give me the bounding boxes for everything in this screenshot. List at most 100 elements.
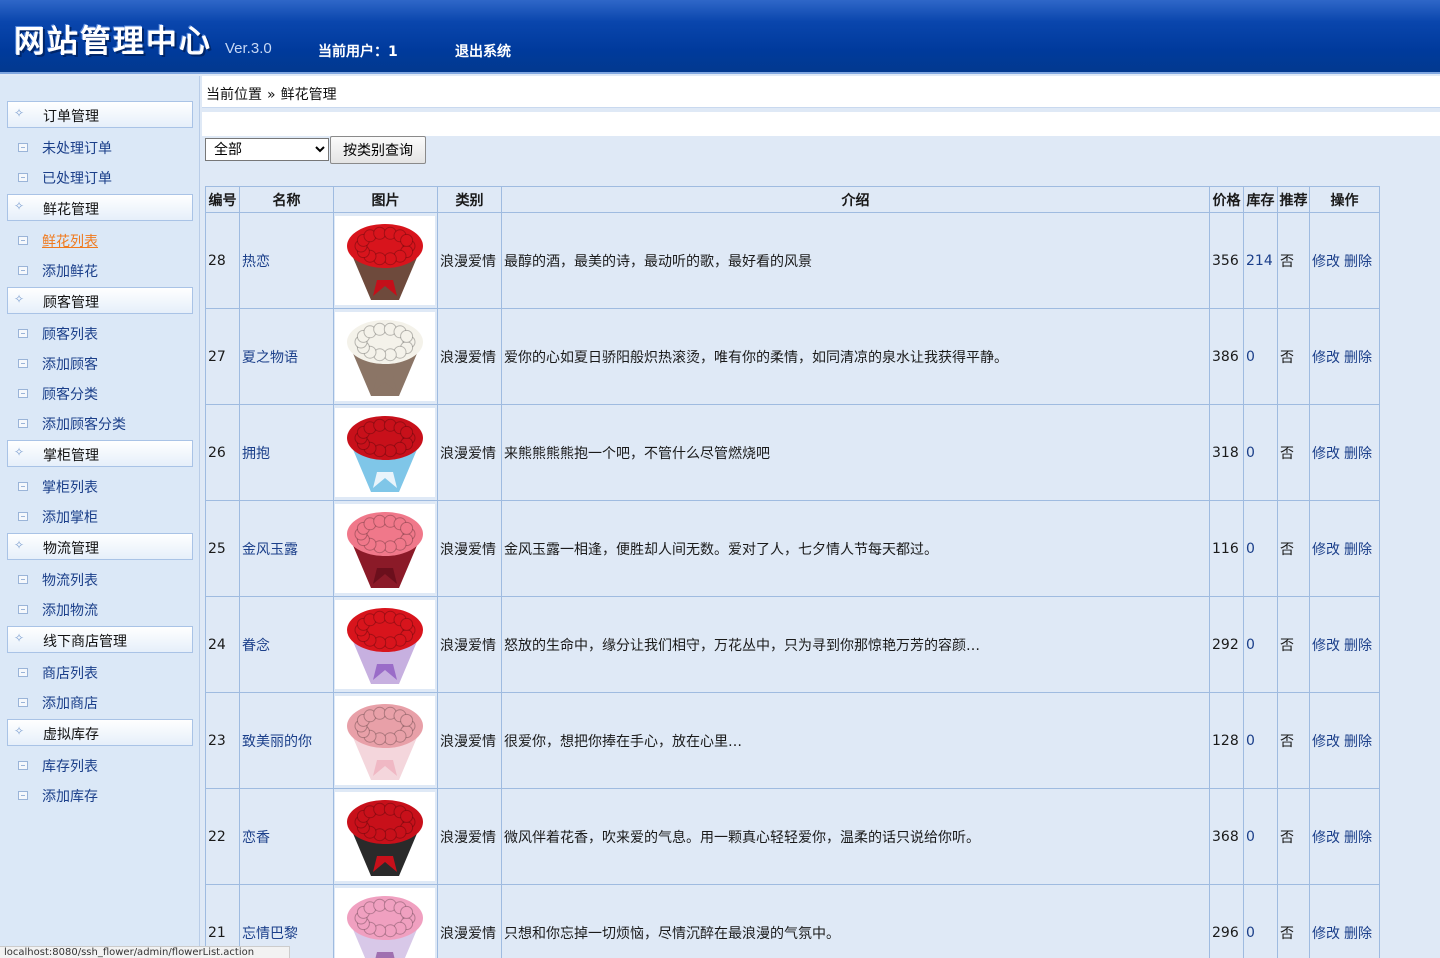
sidebar-group-label: 虚拟库存 (43, 727, 99, 743)
table-row: 22 恋香 浪漫爱情 微风伴着花香，吹来爱的气息。用一颗真心轻轻爱你，温柔的话只说给你… (205, 788, 1380, 885)
edit-link[interactable]: 修改 (1312, 926, 1340, 942)
bouquet-image (347, 416, 423, 492)
column-header-5: 价格 (1209, 186, 1244, 213)
menu-bullet-icon (18, 761, 28, 770)
sidebar-group-3[interactable]: ✧ 掌柜管理 (7, 440, 193, 467)
delete-link[interactable]: 删除 (1344, 350, 1372, 366)
cell-recommend: 否 (1277, 500, 1310, 597)
cell-price: 386 (1209, 308, 1244, 405)
delete-link[interactable]: 删除 (1344, 926, 1372, 942)
edit-link[interactable]: 修改 (1312, 830, 1340, 846)
category-select[interactable]: 全部 (205, 138, 329, 161)
menu-bullet-icon (18, 575, 28, 584)
cell-price: 296 (1209, 884, 1244, 958)
sidebar-group-6[interactable]: ✧ 虚拟库存 (7, 719, 193, 746)
sidebar-item-label: 物流列表 (42, 573, 98, 589)
cell-name: 恋香 (239, 788, 334, 885)
delete-link[interactable]: 删除 (1344, 446, 1372, 462)
expand-icon: ✧ (14, 631, 25, 645)
cell-description: 最醇的酒，最美的诗，最动听的歌，最好看的风景 (501, 212, 1210, 309)
cell-recommend: 否 (1277, 884, 1310, 958)
sidebar-item-label: 添加顾客 (42, 357, 98, 373)
cell-stock: 214 (1243, 212, 1278, 309)
sidebar-group-4[interactable]: ✧ 物流管理 (7, 533, 193, 560)
bouquet-image (347, 608, 423, 684)
edit-link[interactable]: 修改 (1312, 446, 1340, 462)
sidebar-group-label: 物流管理 (43, 541, 99, 557)
column-header-8: 操作 (1309, 186, 1380, 213)
thumbnail-frame (335, 216, 435, 305)
bouquet-image (347, 800, 423, 876)
logout-link[interactable]: 退出系统 (455, 41, 511, 61)
cell-price: 368 (1209, 788, 1244, 885)
delete-link[interactable]: 删除 (1344, 542, 1372, 558)
delete-link[interactable]: 删除 (1344, 638, 1372, 654)
table-row: 23 致美丽的你 浪漫爱情 很爱你，想把你捧在手心，放在心里… 128 0 否修改 删除 (205, 692, 1380, 789)
sidebar-group-label: 订单管理 (43, 109, 99, 125)
cell-category: 浪漫爱情 (437, 788, 502, 885)
cell-stock: 0 (1243, 596, 1278, 693)
delete-link[interactable]: 删除 (1344, 254, 1372, 270)
cell-picture (333, 884, 438, 958)
sidebar-group-label: 鲜花管理 (43, 202, 99, 218)
cell-description: 微风伴着花香，吹来爱的气息。用一颗真心轻轻爱你，温柔的话只说给你听。 (501, 788, 1210, 885)
cell-recommend: 否 (1277, 596, 1310, 693)
thumbnail-frame (335, 408, 435, 497)
sidebar-group-5[interactable]: ✧ 线下商店管理 (7, 626, 193, 653)
menu-bullet-icon (18, 419, 28, 428)
cell-stock: 0 (1243, 308, 1278, 405)
column-header-1: 名称 (239, 186, 334, 213)
edit-link[interactable]: 修改 (1312, 542, 1340, 558)
sidebar-item-label: 添加商店 (42, 696, 98, 712)
cell-price: 292 (1209, 596, 1244, 693)
cell-recommend: 否 (1277, 212, 1310, 309)
expand-icon: ✧ (14, 292, 25, 306)
cell-picture (333, 308, 438, 405)
cell-name: 拥抱 (239, 404, 334, 501)
cell-description: 很爱你，想把你捧在手心，放在心里… (501, 692, 1210, 789)
cell-actions: 修改 删除 (1309, 308, 1380, 405)
cell-category: 浪漫爱情 (437, 404, 502, 501)
table-row: 25 金风玉露 浪漫爱情 金风玉露一相逢，便胜却人间无数。爱对了人，七夕情人节每天都过… (205, 500, 1380, 597)
status-bar-url: localhost:8080/ssh_flower/admin/flowerLi… (0, 946, 290, 958)
cell-category: 浪漫爱情 (437, 692, 502, 789)
delete-link[interactable]: 删除 (1344, 830, 1372, 846)
sidebar-item-label: 顾客列表 (42, 327, 98, 343)
expand-icon: ✧ (14, 538, 25, 552)
cell-id: 23 (205, 692, 240, 789)
sidebar-group-1[interactable]: ✧ 鲜花管理 (7, 194, 193, 221)
edit-link[interactable]: 修改 (1312, 638, 1340, 654)
cell-recommend: 否 (1277, 788, 1310, 885)
cell-recommend: 否 (1277, 692, 1310, 789)
breadcrumb-prefix: 当前位置 (206, 87, 262, 103)
column-header-3: 类别 (437, 186, 502, 213)
sidebar-group-0[interactable]: ✧ 订单管理 (7, 101, 193, 128)
cell-picture (333, 788, 438, 885)
breadcrumb: 当前位置 » 鲜花管理 (206, 84, 337, 104)
query-by-category-button[interactable]: 按类别查询 (330, 136, 426, 164)
cell-description: 爱你的心如夏日骄阳般炽热滚烫，唯有你的柔情，如同清凉的泉水让我获得平静。 (501, 308, 1210, 405)
sidebar-item-label: 未处理订单 (42, 141, 112, 157)
sidebar-group-label: 掌柜管理 (43, 448, 99, 464)
edit-link[interactable]: 修改 (1312, 254, 1340, 270)
cell-stock: 0 (1243, 500, 1278, 597)
cell-id: 28 (205, 212, 240, 309)
bouquet-image (347, 224, 423, 300)
table-header-row: 编号 名称 图片 类别 介绍 价格 库存 推荐 操作 (205, 186, 1380, 213)
cell-category: 浪漫爱情 (437, 212, 502, 309)
cell-actions: 修改 删除 (1309, 596, 1380, 693)
cell-name: 夏之物语 (239, 308, 334, 405)
cell-picture (333, 596, 438, 693)
cell-actions: 修改 删除 (1309, 212, 1380, 309)
cell-price: 318 (1209, 404, 1244, 501)
breadcrumb-separator: » (267, 87, 276, 103)
cell-picture (333, 500, 438, 597)
cell-stock: 0 (1243, 404, 1278, 501)
cell-category: 浪漫爱情 (437, 308, 502, 405)
sidebar-group-2[interactable]: ✧ 顾客管理 (7, 287, 193, 314)
edit-link[interactable]: 修改 (1312, 734, 1340, 750)
edit-link[interactable]: 修改 (1312, 350, 1340, 366)
menu-bullet-icon (18, 143, 28, 152)
delete-link[interactable]: 删除 (1344, 734, 1372, 750)
cell-price: 116 (1209, 500, 1244, 597)
